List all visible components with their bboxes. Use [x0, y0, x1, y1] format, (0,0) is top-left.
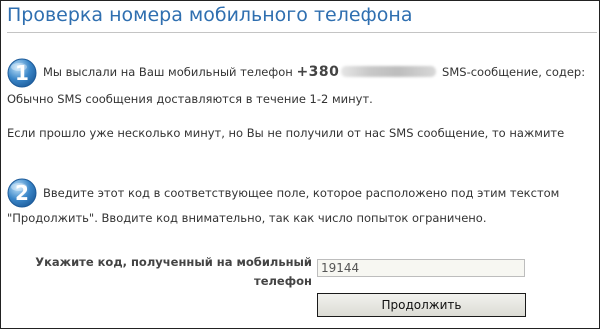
code-field-label: Укажите код, полученный на мобильный тел… [35, 255, 312, 288]
step-one-number: 1 [15, 61, 29, 85]
step-two-number: 2 [15, 181, 29, 205]
step-two-icon: 2 [7, 178, 37, 208]
title-divider [7, 32, 597, 33]
step-one-icon: 1 [7, 58, 37, 88]
sms-sent-line: Мы выслали на Ваш мобильный телефон +380… [43, 64, 585, 80]
sms-sent-text-end: SMS-сообщение, содер: [438, 65, 586, 79]
enter-code-instruction: Введите этот код в соответствующее поле,… [43, 186, 560, 200]
sms-sent-text: Мы выслали на Ваш мобильный телефон [43, 65, 297, 79]
continue-button[interactable]: Продолжить [317, 293, 526, 317]
redacted-phone-digits [341, 66, 437, 77]
resend-note: Если прошло уже несколько минут, но Вы н… [7, 126, 565, 140]
phone-prefix: +380 [296, 64, 340, 80]
sms-code-input[interactable] [317, 259, 525, 277]
delivery-note: Обычно SMS сообщения доставляются в тече… [7, 92, 373, 106]
page-title: Проверка номера мобильного телефона [7, 4, 413, 26]
code-warning-note: "Продолжить". Вводите код внимательно, т… [7, 211, 487, 225]
